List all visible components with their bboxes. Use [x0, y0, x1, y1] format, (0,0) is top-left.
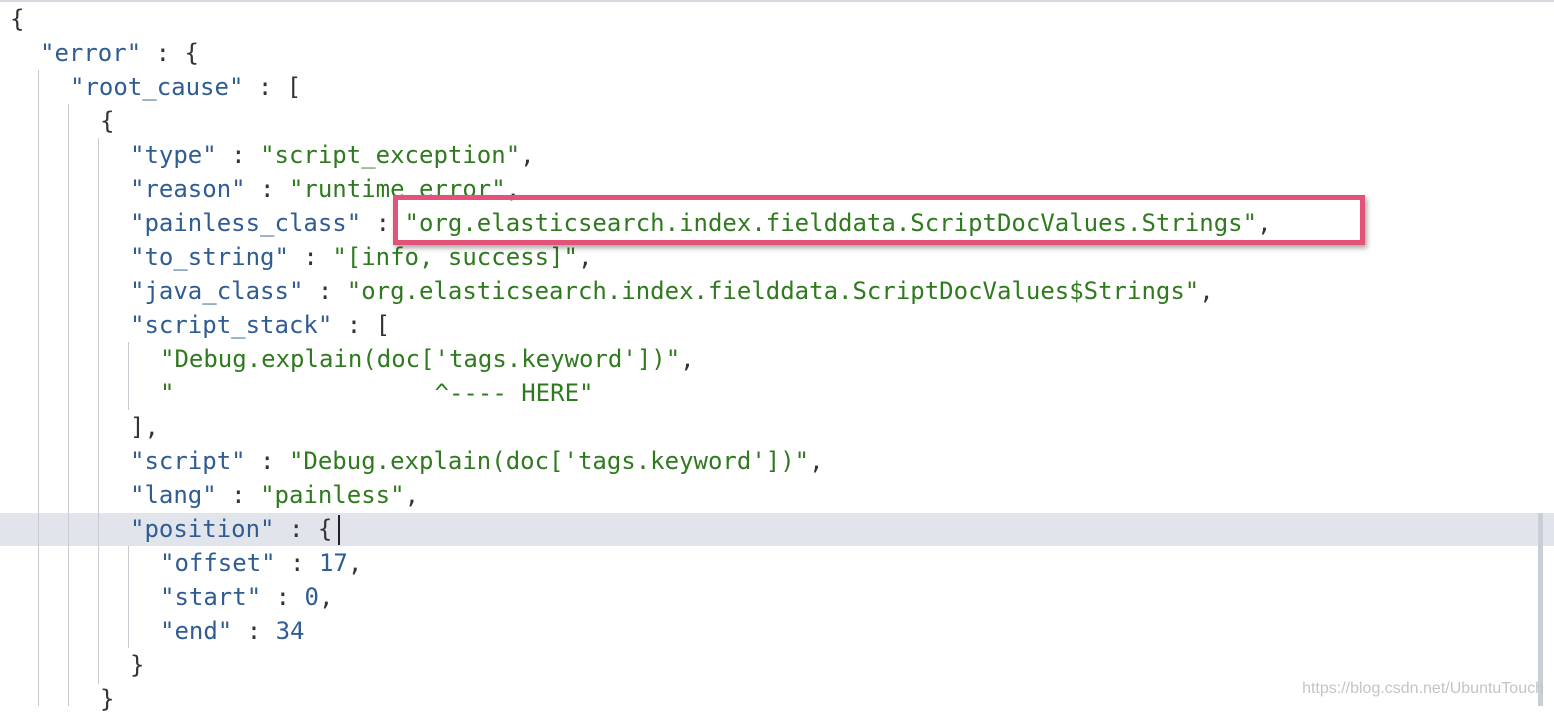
indent-guide [68, 104, 69, 706]
code-line: { [100, 104, 114, 138]
json-punctuation: , [520, 141, 535, 169]
indent-guide [38, 70, 39, 706]
json-response-editor[interactable]: {"error" : {"root_cause" : [{"type" : "s… [0, 0, 1554, 713]
json-string: "[info, success]" [332, 243, 578, 271]
code-line: "type" : "script_exception", [130, 138, 535, 172]
json-key: "painless_class" [130, 209, 362, 237]
json-string: "painless" [260, 481, 405, 509]
code-line: "java_class" : "org.elasticsearch.index.… [130, 274, 1214, 308]
json-punctuation: : [216, 481, 261, 509]
json-string: "org.elasticsearch.index.fielddata.Scrip… [346, 277, 1200, 305]
code-line: "error" : { [40, 36, 199, 70]
code-line: { [10, 2, 24, 36]
code-line: ], [130, 410, 159, 444]
vertical-scrollbar[interactable] [1538, 513, 1543, 706]
json-key: "start" [160, 583, 262, 611]
json-punctuation: : [216, 141, 261, 169]
json-string: "Debug.explain(doc['tags.keyword'])" [160, 345, 681, 373]
code-line: "lang" : "painless", [130, 478, 419, 512]
code-line: "to_string" : "[info, success]", [130, 240, 592, 274]
json-key: "type" [130, 141, 217, 169]
json-punctuation: , [404, 481, 420, 509]
json-key: "offset" [160, 549, 276, 577]
json-string: " ^---- HERE" [160, 379, 594, 407]
json-key: "lang" [130, 481, 217, 509]
indent-guide [98, 138, 99, 684]
json-punctuation: : [ [332, 311, 391, 339]
json-punctuation: , [318, 583, 334, 611]
json-string: "script_exception" [260, 141, 521, 169]
code-line: "root_cause" : [ [70, 70, 301, 104]
json-punctuation: : [288, 243, 333, 271]
code-line: } [100, 682, 114, 716]
json-punctuation: : [ [243, 73, 302, 101]
json-punctuation: , [809, 447, 824, 475]
code-line: "end" : 34 [160, 614, 305, 648]
json-string: "Debug.explain(doc['tags.keyword'])" [288, 447, 810, 475]
json-punctuation: , [1199, 277, 1214, 305]
indent-guide [128, 546, 129, 648]
json-key: "end" [160, 617, 233, 645]
json-punctuation: } [130, 651, 145, 679]
json-punctuation: , [347, 549, 363, 577]
json-key: "script_stack" [130, 311, 333, 339]
json-punctuation: : [275, 549, 319, 577]
json-punctuation: : { [274, 515, 333, 543]
json-number: 34 [275, 617, 305, 645]
painless-class-annotation-box [393, 195, 1365, 245]
json-number: 0 [304, 583, 319, 611]
text-cursor [338, 515, 340, 545]
json-punctuation: { [10, 5, 25, 33]
watermark: https://blog.csdn.net/UbuntuTouch [1302, 680, 1544, 697]
json-punctuation: : [232, 617, 276, 645]
code-line: } [130, 648, 144, 682]
json-punctuation: : [261, 583, 305, 611]
code-line: "Debug.explain(doc['tags.keyword'])", [160, 342, 695, 376]
json-key: "position" [130, 515, 275, 543]
json-punctuation: ], [130, 413, 159, 441]
json-punctuation: } [100, 685, 115, 713]
json-key: "script" [130, 447, 246, 475]
json-punctuation: , [577, 243, 593, 271]
json-punctuation: { [100, 107, 115, 135]
json-punctuation: : { [141, 39, 199, 67]
json-key: "error" [40, 39, 142, 67]
code-line: "position" : { [130, 512, 332, 546]
code-line: "script" : "Debug.explain(doc['tags.keyw… [130, 444, 824, 478]
json-punctuation: : [245, 175, 289, 203]
json-punctuation: , [680, 345, 695, 373]
code-line: " ^---- HERE" [160, 376, 593, 410]
json-key: "reason" [130, 175, 246, 203]
json-punctuation: : [303, 277, 347, 305]
json-key: "to_string" [130, 243, 289, 271]
json-key: "java_class" [130, 277, 304, 305]
json-punctuation: : [245, 447, 289, 475]
code-line: "script_stack" : [ [130, 308, 390, 342]
code-line: "offset" : 17, [160, 546, 362, 580]
indent-guide [128, 342, 129, 410]
json-number: 17 [318, 549, 348, 577]
code-line: "start" : 0, [160, 580, 333, 614]
json-key: "root_cause" [70, 73, 244, 101]
